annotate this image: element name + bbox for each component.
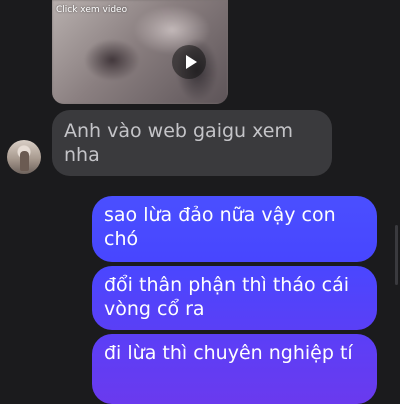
outgoing-message-bubble[interactable]: sao lừa đảo nữa vậy con chó xyxy=(92,196,377,262)
play-button[interactable] xyxy=(172,45,206,79)
scrollbar[interactable] xyxy=(395,225,398,285)
avatar-figure xyxy=(20,151,29,171)
sender-avatar[interactable] xyxy=(7,140,41,174)
outgoing-message-bubble[interactable]: đi lừa thì chuyên nghiệp tí xyxy=(92,334,377,404)
video-attachment[interactable]: Click xem video xyxy=(52,0,228,104)
outgoing-message-bubble[interactable]: đổi thân phận thì tháo cái vòng cổ ra xyxy=(92,266,377,330)
play-icon xyxy=(185,55,197,69)
incoming-message-bubble[interactable]: Anh vào web gaigu xem nha xyxy=(52,110,332,176)
video-caption: Click xem video xyxy=(56,5,128,15)
